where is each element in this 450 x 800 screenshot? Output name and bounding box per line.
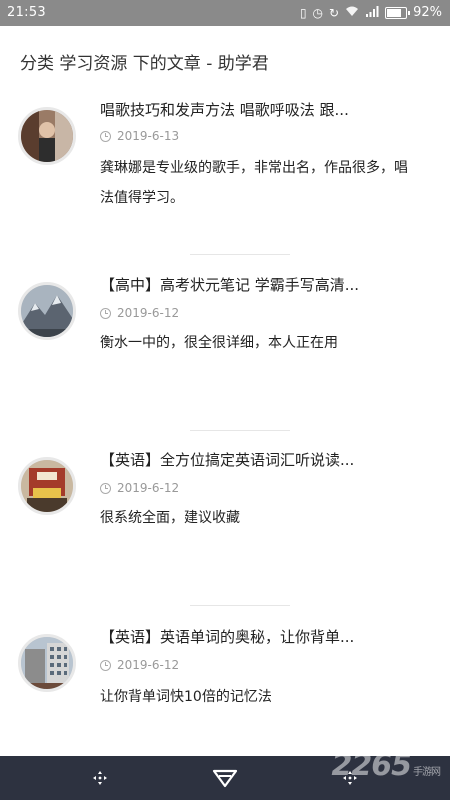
clock-icon <box>100 130 111 142</box>
building-image-icon <box>21 637 73 689</box>
article-date: 2019-6-12 <box>117 306 180 320</box>
status-bar: 21:53 ▯ ◷ ↻ 92% <box>0 0 450 26</box>
mountain-image-icon <box>21 285 73 337</box>
diamond-icon <box>212 769 238 788</box>
nav-center-button[interactable] <box>195 756 255 800</box>
article-date: 2019-6-13 <box>117 129 180 143</box>
article-excerpt: 让你背单词快10倍的记忆法 <box>100 689 272 705</box>
article-title[interactable]: 【英语】全方位搞定英语词汇听说读... <box>100 449 390 470</box>
article-excerpt: 衡水一中的，很全很详细，本人正在用 <box>100 335 338 351</box>
vibrate-icon: ▯ <box>299 5 307 20</box>
article-date-row: 2019-6-12 <box>100 658 179 672</box>
article-date-row: 2019-6-12 <box>100 481 179 495</box>
article-title[interactable]: 【英语】英语单词的奥秘，让你背单... <box>100 626 390 647</box>
clock-icon <box>100 659 111 671</box>
watermark-logo: 2265 手游网 <box>331 748 442 783</box>
article-thumbnail[interactable] <box>18 282 76 340</box>
street-image-icon <box>21 460 73 512</box>
move-icon <box>93 771 107 785</box>
article-date: 2019-6-12 <box>117 658 180 672</box>
article-item[interactable]: 唱歌技巧和发声方法 唱歌呼吸法 跟... 2019-6-13 龚琳娜是专业级的歌… <box>0 95 450 245</box>
watermark-text: 2265 <box>331 748 412 783</box>
article-thumbnail[interactable] <box>18 634 76 692</box>
article-title[interactable]: 唱歌技巧和发声方法 唱歌呼吸法 跟... <box>100 99 390 120</box>
battery-percent: 92% <box>413 5 442 20</box>
article-thumbnail[interactable] <box>18 107 76 165</box>
page-title: 分类 学习资源 下的文章 - 助学君 <box>20 54 269 74</box>
rotate-icon: ↻ <box>329 5 340 20</box>
divider <box>190 605 290 606</box>
article-thumbnail[interactable] <box>18 457 76 515</box>
battery-icon <box>385 6 411 19</box>
clock-icon <box>100 307 111 319</box>
status-time: 21:53 <box>7 5 46 20</box>
divider <box>190 430 290 431</box>
article-date: 2019-6-12 <box>117 481 180 495</box>
clock-icon <box>100 482 111 494</box>
article-excerpt: 龚琳娜是专业级的歌手，非常出名，作品很多，唱法值得学习。 <box>100 160 408 206</box>
signal-icon <box>365 5 379 20</box>
article-excerpt: 很系统全面，建议收藏 <box>100 510 240 526</box>
wifi-icon <box>345 6 359 20</box>
article-title[interactable]: 【高中】高考状元笔记 学霸手写高清... <box>100 274 390 295</box>
divider <box>190 254 290 255</box>
singer-image-icon <box>21 110 73 162</box>
article-date-row: 2019-6-12 <box>100 306 179 320</box>
article-date-row: 2019-6-13 <box>100 129 179 143</box>
article-item[interactable]: 【高中】高考状元笔记 学霸手写高清... 2019-6-12 衡水一中的，很全很… <box>0 270 450 420</box>
alarm-icon: ◷ <box>312 5 324 20</box>
article-item[interactable]: 【英语】全方位搞定英语词汇听说读... 2019-6-12 很系统全面，建议收藏 <box>0 445 450 595</box>
nav-left-button[interactable] <box>70 756 130 800</box>
watermark-sub: 手游网 <box>413 767 441 778</box>
status-icons: ▯ ◷ ↻ 92% <box>300 5 442 20</box>
